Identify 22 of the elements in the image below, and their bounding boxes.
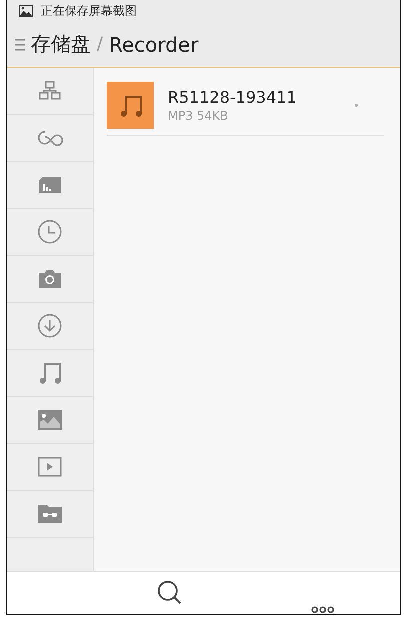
folder-icon[interactable] [38,505,62,523]
music-note-icon[interactable] [39,361,61,385]
network-icon[interactable] [39,81,61,101]
video-icon[interactable] [38,457,62,477]
file-meta: MP3 54KB [168,109,230,123]
image-icon[interactable] [38,410,62,430]
file-name[interactable]: R51128-193411 [168,88,341,107]
status-text: 正在保存屏幕截图 [41,2,137,20]
camera-icon[interactable] [38,269,62,289]
search-icon[interactable] [156,580,183,606]
sd-card-icon[interactable] [39,177,61,193]
menu-icon[interactable] [15,38,25,52]
breadcrumb-item[interactable]: 存储盘 [31,31,91,58]
clock-icon[interactable] [38,220,62,244]
dot-icon [355,104,358,107]
more-icon[interactable] [311,606,336,614]
breadcrumb-item[interactable]: Recorder [109,32,199,56]
screenshot-icon [19,5,33,17]
cloud-icon[interactable] [37,129,63,147]
path-separator: / [97,34,104,55]
download-icon[interactable] [38,314,62,338]
audio-file-thumbnail [107,82,154,129]
